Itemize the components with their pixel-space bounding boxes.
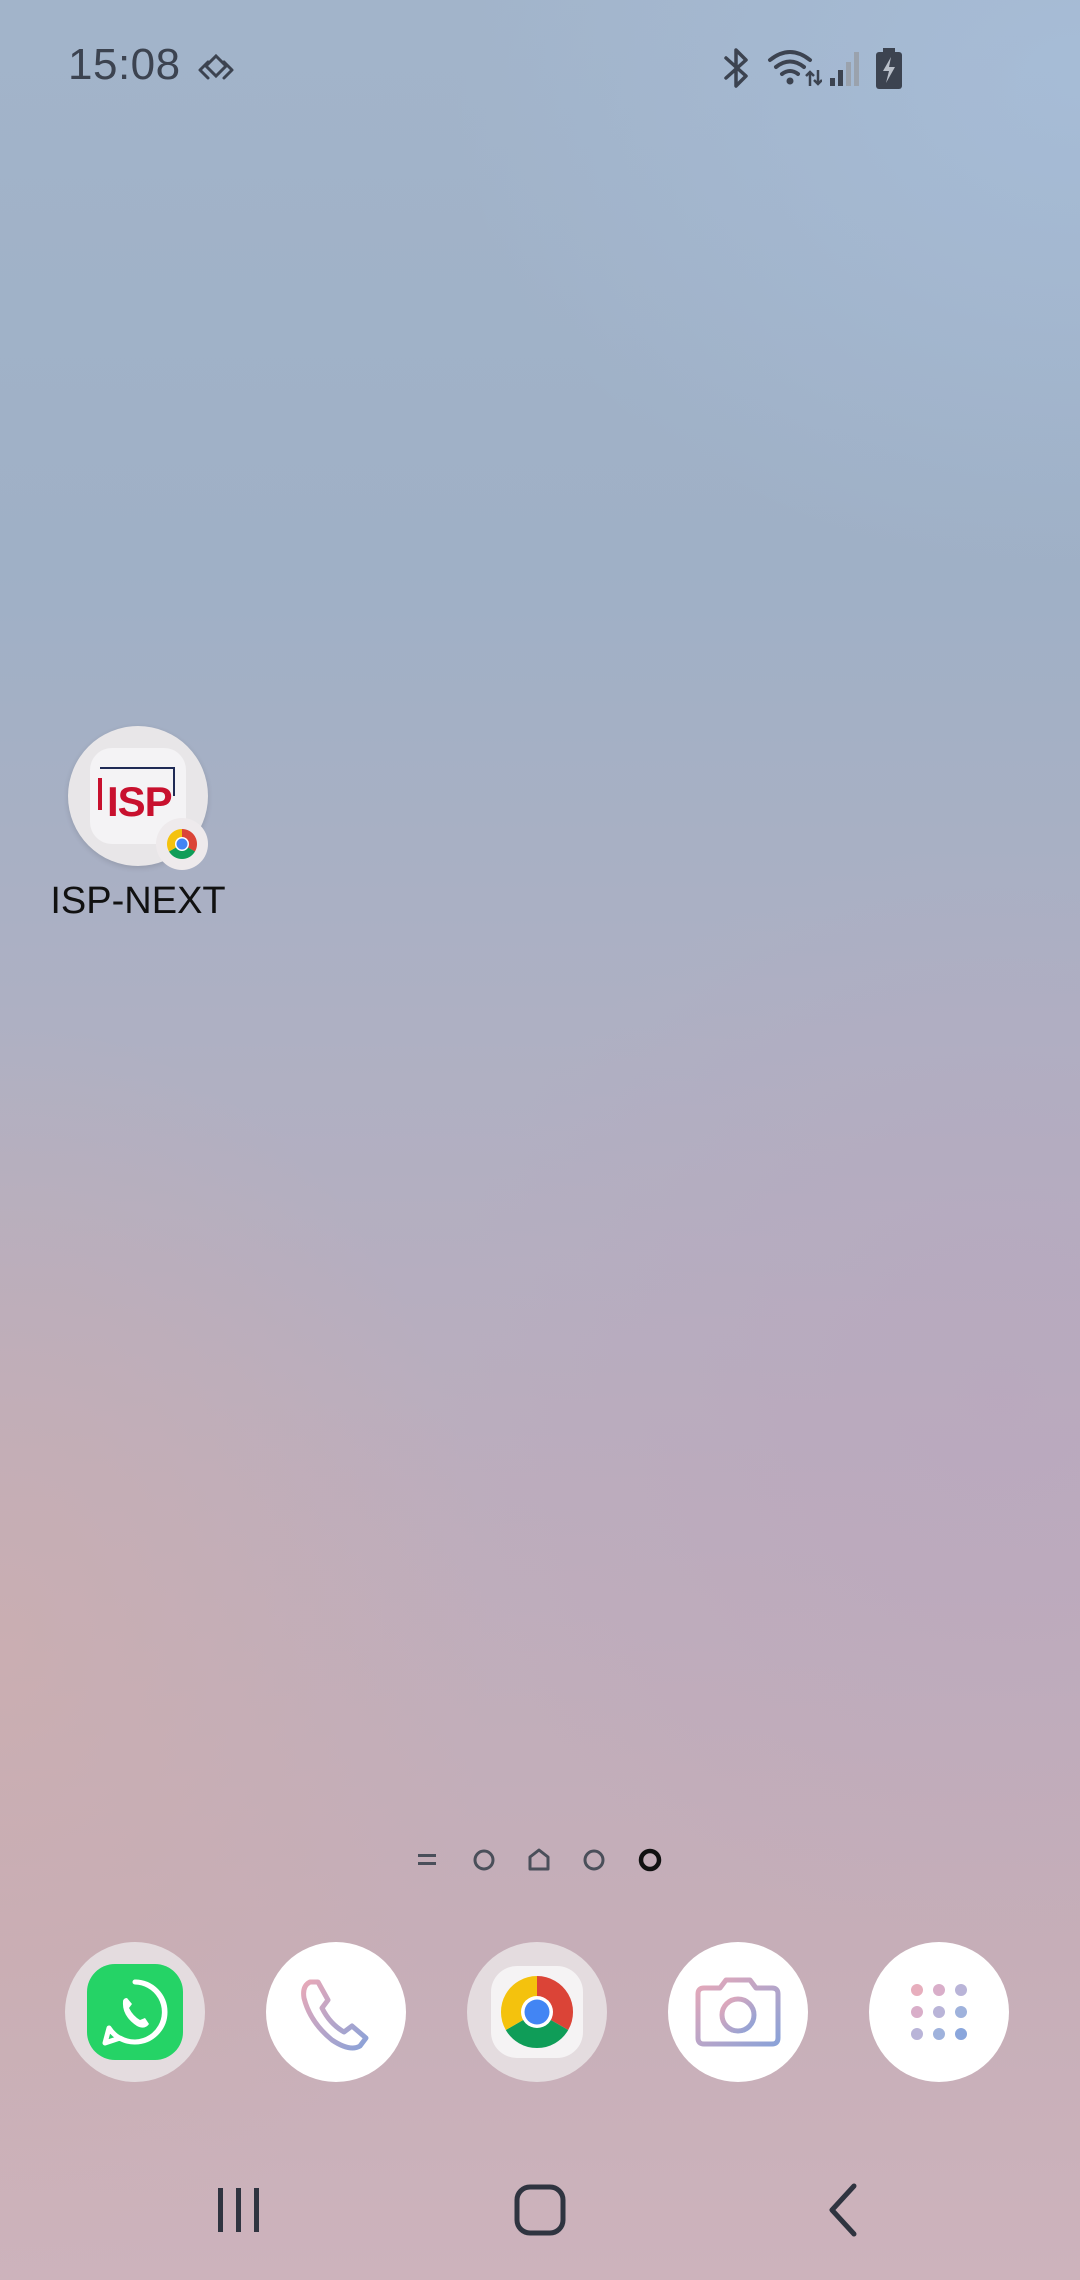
home-screen: 15:08 ISP ISP-NEXT xyxy=(0,0,1080,2280)
isp-next-app[interactable]: ISP ISP-NEXT xyxy=(38,726,238,946)
page-dot-icon[interactable] xyxy=(574,1840,614,1880)
app-drawer-icon[interactable] xyxy=(869,1942,1009,2082)
chrome-icon[interactable] xyxy=(467,1942,607,2082)
home-icon[interactable] xyxy=(480,2170,600,2250)
phone-icon[interactable] xyxy=(266,1942,406,2082)
back-icon[interactable] xyxy=(784,2170,904,2250)
battery-charging-icon xyxy=(874,48,904,95)
page-dot-icon[interactable] xyxy=(464,1840,504,1880)
wifi-icon xyxy=(766,48,823,93)
sync-icon xyxy=(196,52,236,93)
menu-lines-icon[interactable] xyxy=(408,1840,448,1880)
whatsapp-icon[interactable] xyxy=(65,1942,205,2082)
bluetooth-icon xyxy=(718,46,754,95)
app-label: ISP-NEXT xyxy=(50,880,226,922)
home-page-icon[interactable] xyxy=(519,1840,559,1880)
signal-icon xyxy=(828,50,862,93)
camera-icon[interactable] xyxy=(668,1942,808,2082)
recent-apps-icon[interactable] xyxy=(178,2170,298,2250)
status-bar: 15:08 xyxy=(0,0,1080,140)
page-dot-icon-active[interactable] xyxy=(630,1840,670,1880)
status-time: 15:08 xyxy=(68,40,181,89)
chrome-badge-icon xyxy=(156,818,208,870)
